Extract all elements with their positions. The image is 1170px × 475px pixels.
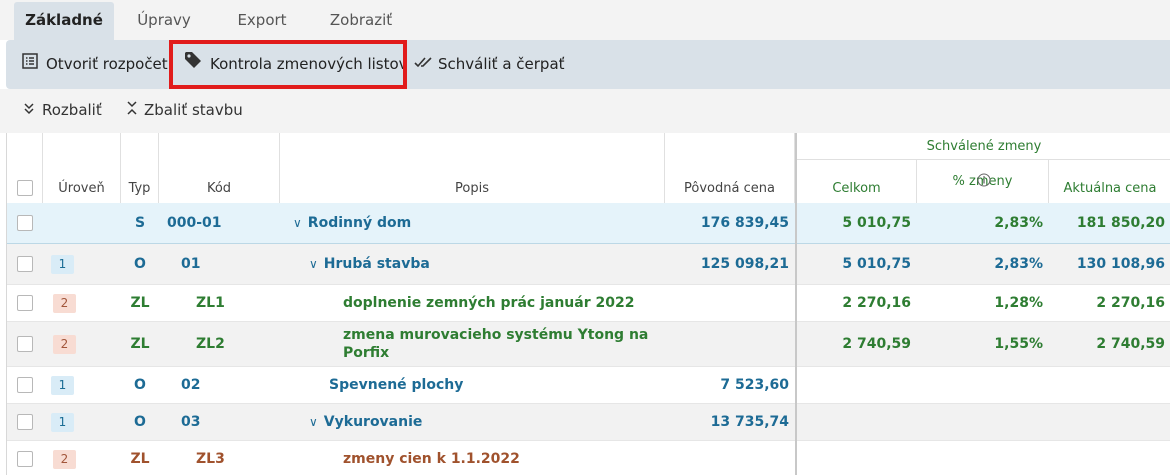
pct-cell: 1,55% [994, 336, 1043, 352]
header-code[interactable]: Kód [159, 133, 280, 203]
code-cell: ZL2 [196, 336, 225, 352]
code-cell: ZL1 [196, 295, 225, 311]
table-row[interactable]: 1 O 01 ∨ Hrubá stavba 125 098,21 5 010,75… [7, 244, 1170, 285]
type-cell: O [134, 256, 146, 272]
table-row[interactable]: S 000-01 ∨ Rodinný dom 176 839,45 5 010,7… [7, 203, 1170, 244]
collapse-icon [126, 90, 138, 132]
approved-changes-group-header: Schválené zmeny [795, 133, 1170, 160]
original-price-cell: 125 098,21 [700, 256, 789, 272]
row-checkbox[interactable] [17, 451, 33, 467]
approve-draw-button[interactable]: Schváliť a čerpať [414, 40, 565, 89]
header-pct-change[interactable]: % zmeny [917, 160, 1049, 203]
double-check-icon [414, 40, 434, 89]
tab-zobrazit[interactable]: Zobraziť [318, 2, 404, 40]
table-row[interactable]: 2 ZL ZL2 zmena murovacieho systému Ytong… [7, 322, 1170, 367]
collapse-label: Zbaliť stavbu [144, 101, 243, 119]
original-price-cell: 176 839,45 [700, 215, 789, 231]
level-badge: 1 [51, 375, 74, 395]
code-cell: 02 [181, 377, 201, 393]
level-badge: 1 [51, 254, 74, 274]
header-level[interactable]: Úroveň [43, 133, 121, 203]
tab-upravy[interactable]: Úpravy [122, 2, 206, 40]
highlight-box [169, 40, 407, 89]
current-price-cell: 2 740,59 [1096, 336, 1165, 352]
header-total[interactable]: Celkom [797, 160, 917, 203]
expand-button[interactable]: Rozbaliť [22, 89, 102, 131]
header-select-cell [7, 133, 43, 203]
code-cell: ZL3 [196, 451, 225, 467]
header-description[interactable]: Popis [280, 133, 665, 203]
code-cell: 03 [181, 414, 201, 430]
row-checkbox[interactable] [17, 295, 33, 311]
level-badge: 2 [53, 449, 76, 469]
description-cell: ∨ Hrubá stavba [309, 256, 430, 272]
tab-export[interactable]: Export [222, 2, 302, 40]
pct-cell: 2,83% [994, 215, 1043, 231]
row-checkbox[interactable] [17, 336, 33, 352]
pct-cell: 1,28% [994, 295, 1043, 311]
header-type[interactable]: Typ [121, 133, 159, 203]
table-row[interactable]: 2 ZL ZL3 zmeny cien k 1.1.2022 [7, 441, 1170, 475]
row-checkbox[interactable] [17, 377, 33, 393]
current-price-cell: 130 108,96 [1076, 256, 1165, 272]
current-price-cell: 181 850,20 [1076, 215, 1165, 231]
description-cell: ∨ Vykurovanie [309, 414, 423, 430]
type-cell: ZL [130, 295, 150, 311]
grid-header: Úroveň Typ Kód Popis Pôvodná cena Schvál… [7, 133, 1170, 204]
open-budget-label: Otvoriť rozpočet [46, 55, 168, 73]
expand-label: Rozbaliť [42, 101, 102, 119]
list-icon [22, 40, 38, 89]
row-checkbox[interactable] [17, 256, 33, 272]
select-all-checkbox[interactable] [17, 180, 33, 196]
chevron-down-icon[interactable]: ∨ [309, 257, 318, 271]
type-cell: O [134, 377, 146, 393]
total-cell: 2 740,59 [842, 336, 911, 352]
approve-draw-label: Schváliť a čerpať [438, 55, 565, 73]
current-price-cell: 2 270,16 [1096, 295, 1165, 311]
row-checkbox[interactable] [17, 215, 33, 231]
info-icon[interactable] [977, 173, 991, 187]
type-cell: ZL [130, 451, 150, 467]
pct-cell: 2,83% [994, 256, 1043, 272]
total-cell: 5 010,75 [842, 215, 911, 231]
code-cell: 01 [181, 256, 201, 272]
level-badge: 2 [53, 293, 76, 313]
double-chevron-down-icon [22, 90, 36, 132]
table-row[interactable]: 1 O 02 Spevnené plochy 7 523,60 [7, 367, 1170, 404]
header-current-price[interactable]: Aktuálna cena [1049, 160, 1170, 203]
column-group-divider [795, 133, 797, 475]
description-cell: Spevnené plochy [329, 377, 464, 393]
description-cell: doplnenie zemných prác január 2022 [343, 295, 635, 311]
tree-actions-bar: Rozbaliť Zbaliť stavbu [0, 89, 1170, 133]
chevron-down-icon[interactable]: ∨ [293, 216, 302, 230]
header-original-price[interactable]: Pôvodná cena [665, 133, 795, 203]
total-cell: 5 010,75 [842, 256, 911, 272]
original-price-cell: 7 523,60 [720, 377, 789, 393]
budget-grid: Úroveň Typ Kód Popis Pôvodná cena Schvál… [6, 133, 1170, 475]
level-badge: 1 [51, 412, 74, 432]
original-price-cell: 13 735,74 [710, 414, 789, 430]
collapse-button[interactable]: Zbaliť stavbu [126, 89, 243, 131]
row-checkbox[interactable] [17, 414, 33, 430]
chevron-down-icon[interactable]: ∨ [309, 415, 318, 429]
description-cell: zmeny cien k 1.1.2022 [343, 451, 520, 467]
type-cell: S [134, 215, 146, 231]
table-row[interactable]: 2 ZL ZL1 doplnenie zemných prác január 2… [7, 285, 1170, 322]
ribbon-tabs: Základné Úpravy Export Zobraziť [0, 0, 1170, 40]
level-badge: 2 [53, 334, 76, 354]
open-budget-button[interactable]: Otvoriť rozpočet [22, 40, 168, 89]
description-cell: ∨ Rodinný dom [293, 215, 412, 231]
table-row[interactable]: 1 O 03 ∨ Vykurovanie 13 735,74 [7, 404, 1170, 441]
type-cell: ZL [130, 336, 150, 352]
type-cell: O [134, 414, 146, 430]
description-cell: zmena murovacieho systému Ytong na Porfi… [343, 327, 649, 361]
total-cell: 2 270,16 [842, 295, 911, 311]
tab-zakladne[interactable]: Základné [14, 2, 114, 40]
code-cell: 000-01 [167, 215, 222, 231]
